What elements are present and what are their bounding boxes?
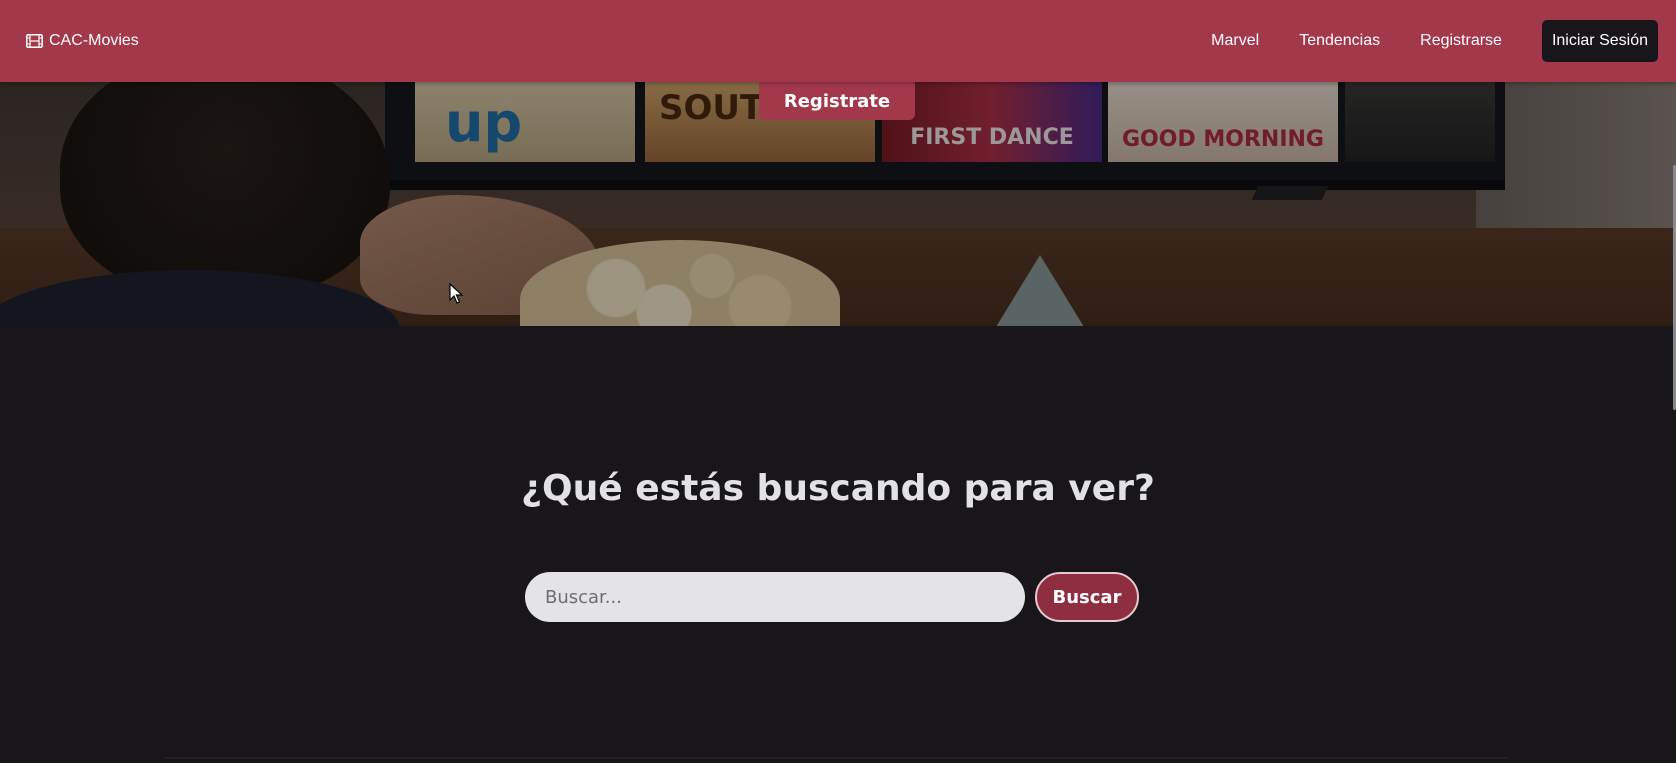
- nav-links: Marvel Tendencias Registrarse Iniciar Se…: [1211, 20, 1658, 62]
- search-section: ¿Qué estás buscando para ver? Buscar: [0, 326, 1676, 763]
- search-button[interactable]: Buscar: [1035, 572, 1139, 622]
- search-title: ¿Qué estás buscando para ver?: [521, 468, 1155, 509]
- login-button[interactable]: Iniciar Sesión: [1541, 20, 1658, 62]
- page: up SOUTH FIRST DANCE GOOD MORNING Regist…: [0, 0, 1676, 763]
- brand-name: CAC-Movies: [49, 32, 139, 49]
- scrollbar[interactable]: [1672, 0, 1676, 763]
- section-divider: [165, 757, 1508, 759]
- mouse-cursor-icon: [449, 283, 463, 304]
- film-icon: [26, 34, 43, 48]
- search-form: Buscar: [525, 572, 1139, 622]
- nav-link-marvel[interactable]: Marvel: [1211, 32, 1259, 50]
- brand-link[interactable]: CAC-Movies: [26, 32, 139, 50]
- nav-link-tendencias[interactable]: Tendencias: [1299, 32, 1380, 50]
- search-input[interactable]: [525, 572, 1025, 622]
- nav-link-registrarse[interactable]: Registrarse: [1420, 32, 1502, 50]
- navbar: CAC-Movies Marvel Tendencias Registrarse…: [0, 0, 1676, 82]
